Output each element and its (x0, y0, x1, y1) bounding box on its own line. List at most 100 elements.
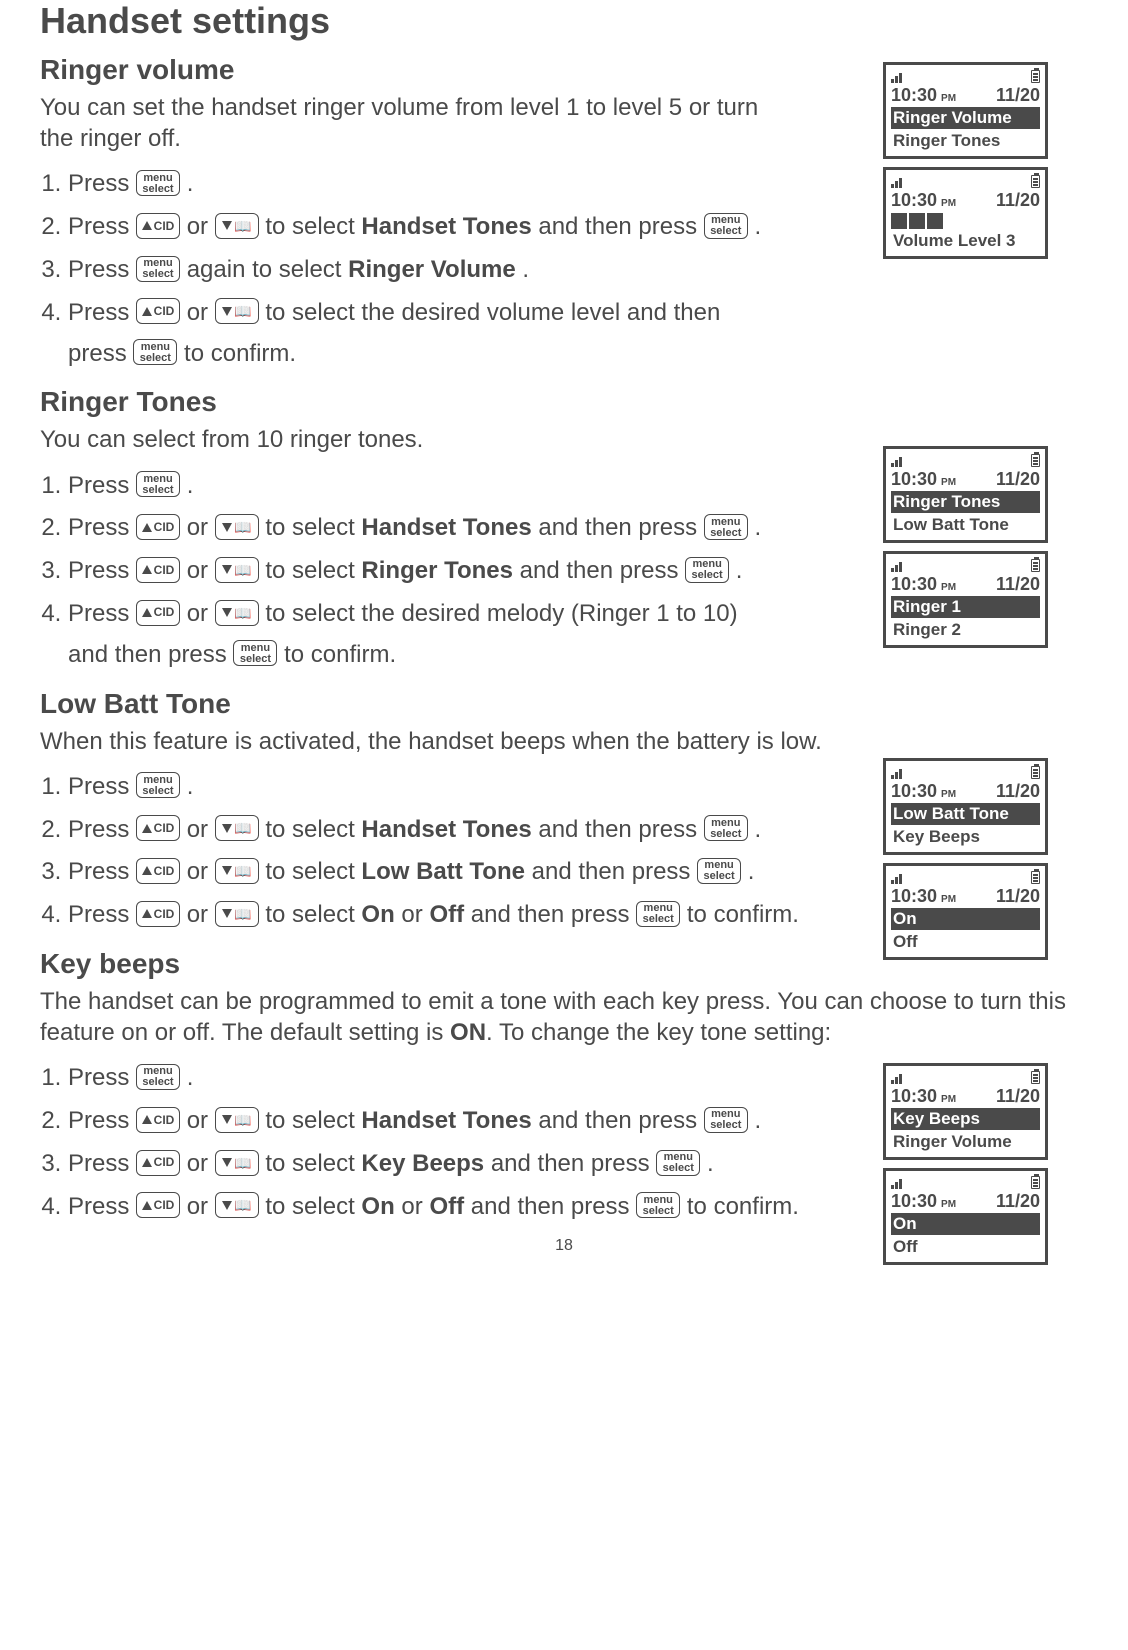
battery-icon (1031, 70, 1040, 83)
section-intro: When this feature is activated, the hand… (40, 726, 1080, 757)
lcd-line-selected: Ringer Volume (891, 107, 1040, 129)
lcd-time: 10:30 (891, 190, 937, 211)
lcd-line: Off (891, 1236, 1040, 1258)
section-heading: Low Batt Tone (40, 688, 820, 720)
lcd-line: Ringer 2 (891, 619, 1040, 641)
lcd-line-selected: Ringer 1 (891, 596, 1040, 618)
menu-select-button: menuselect (685, 557, 729, 583)
triangle-down-icon (222, 523, 232, 532)
book-icon: 📖 (234, 1113, 251, 1127)
lcd-date: 11/20 (996, 190, 1040, 211)
triangle-up-icon (142, 909, 152, 918)
book-icon: 📖 (234, 606, 251, 620)
lcd-ampm: PM (941, 1199, 956, 1210)
lcd-volume-level: 10:30 PM 11/20 Volume Level 3 (883, 167, 1048, 259)
up-cid-button: CID (136, 213, 180, 239)
step: Press CID or 📖 to select Handset Tones a… (68, 207, 780, 248)
lcd-ampm: PM (941, 894, 956, 905)
triangle-down-icon (222, 565, 232, 574)
triangle-down-icon (222, 608, 232, 617)
up-cid-button: CID (136, 858, 180, 884)
signal-icon (891, 455, 902, 467)
triangle-down-icon (222, 909, 232, 918)
menu-select-button: menuselect (133, 339, 177, 365)
book-icon: 📖 (234, 907, 251, 921)
menu-select-button: menuselect (136, 1064, 180, 1090)
battery-icon (1031, 1176, 1040, 1189)
step: Press CID or 📖 to select Key Beeps and t… (68, 1144, 820, 1185)
triangle-down-icon (222, 1201, 232, 1210)
step: Press CID or 📖 to select the desired mel… (68, 594, 780, 676)
up-cid-button: CID (136, 815, 180, 841)
lcd-ringer-select: 10:30 PM 11/20 Ringer 1 Ringer 2 (883, 551, 1048, 648)
signal-icon (891, 71, 902, 83)
lcd-ampm: PM (941, 582, 956, 593)
book-icon: 📖 (234, 821, 251, 835)
step: Press CID or 📖 to select Low Batt Tone a… (68, 852, 820, 893)
triangle-up-icon (142, 307, 152, 316)
down-book-button: 📖 (215, 815, 259, 841)
triangle-up-icon (142, 565, 152, 574)
step: Press menuselect . (68, 1058, 820, 1099)
triangle-down-icon (222, 221, 232, 230)
signal-icon (891, 767, 902, 779)
menu-select-button: menuselect (656, 1150, 700, 1176)
section-intro: The handset can be programmed to emit a … (40, 986, 1088, 1048)
battery-icon (1031, 1071, 1040, 1084)
step: Press menuselect again to select Ringer … (68, 250, 780, 291)
down-book-button: 📖 (215, 1150, 259, 1176)
lcd-ringer-tones-menu: 10:30 PM 11/20 Ringer Tones Low Batt Ton… (883, 446, 1048, 543)
up-cid-button: CID (136, 1107, 180, 1133)
down-book-button: 📖 (215, 514, 259, 540)
down-book-button: 📖 (215, 557, 259, 583)
triangle-down-icon (222, 824, 232, 833)
triangle-up-icon (142, 608, 152, 617)
triangle-down-icon (222, 1115, 232, 1124)
triangle-down-icon (222, 307, 232, 316)
book-icon: 📖 (234, 520, 251, 534)
menu-select-button: menuselect (697, 858, 741, 884)
lcd-line-selected: On (891, 908, 1040, 930)
lcd-line: Key Beeps (891, 826, 1040, 848)
lcd-ampm: PM (941, 198, 956, 209)
lcd-key-beeps-menu: 10:30 PM 11/20 Key Beeps Ringer Volume (883, 1063, 1048, 1160)
step: Press CID or 📖 to select Handset Tones a… (68, 810, 820, 851)
lcd-date: 11/20 (996, 781, 1040, 802)
battery-icon (1031, 454, 1040, 467)
menu-select-button: menuselect (136, 256, 180, 282)
lcd-line: Ringer Volume (891, 1131, 1040, 1153)
step: Press CID or 📖 to select Ringer Tones an… (68, 551, 780, 592)
battery-icon (1031, 559, 1040, 572)
up-cid-button: CID (136, 1150, 180, 1176)
lcd-time: 10:30 (891, 574, 937, 595)
lcd-date: 11/20 (996, 1191, 1040, 1212)
triangle-up-icon (142, 221, 152, 230)
triangle-up-icon (142, 1158, 152, 1167)
up-cid-button: CID (136, 557, 180, 583)
step: Press CID or 📖 to select On or Off and t… (68, 1187, 820, 1228)
triangle-down-icon (222, 1158, 232, 1167)
lcd-time: 10:30 (891, 781, 937, 802)
lcd-time: 10:30 (891, 1191, 937, 1212)
lcd-line: Low Batt Tone (891, 514, 1040, 536)
book-icon: 📖 (234, 563, 251, 577)
step: Press CID or 📖 to select Handset Tones a… (68, 1101, 820, 1142)
section-heading: Ringer volume (40, 54, 780, 86)
menu-select-button: menuselect (636, 901, 680, 927)
battery-icon (1031, 175, 1040, 188)
step: Press CID or 📖 to select On or Off and t… (68, 895, 820, 936)
lcd-line-selected: Low Batt Tone (891, 803, 1040, 825)
section-heading: Key beeps (40, 948, 1088, 980)
battery-icon (1031, 871, 1040, 884)
lcd-on-off: 10:30 PM 11/20 On Off (883, 1168, 1048, 1265)
section-heading: Ringer Tones (40, 386, 780, 418)
lcd-time: 10:30 (891, 469, 937, 490)
lcd-on-off: 10:30 PM 11/20 On Off (883, 863, 1048, 960)
triangle-up-icon (142, 866, 152, 875)
lcd-line: Volume Level 3 (891, 230, 1040, 252)
menu-select-button: menuselect (636, 1192, 680, 1218)
lcd-ampm: PM (941, 1094, 956, 1105)
menu-select-button: menuselect (704, 1107, 748, 1133)
menu-select-button: menuselect (704, 213, 748, 239)
book-icon: 📖 (234, 1156, 251, 1170)
